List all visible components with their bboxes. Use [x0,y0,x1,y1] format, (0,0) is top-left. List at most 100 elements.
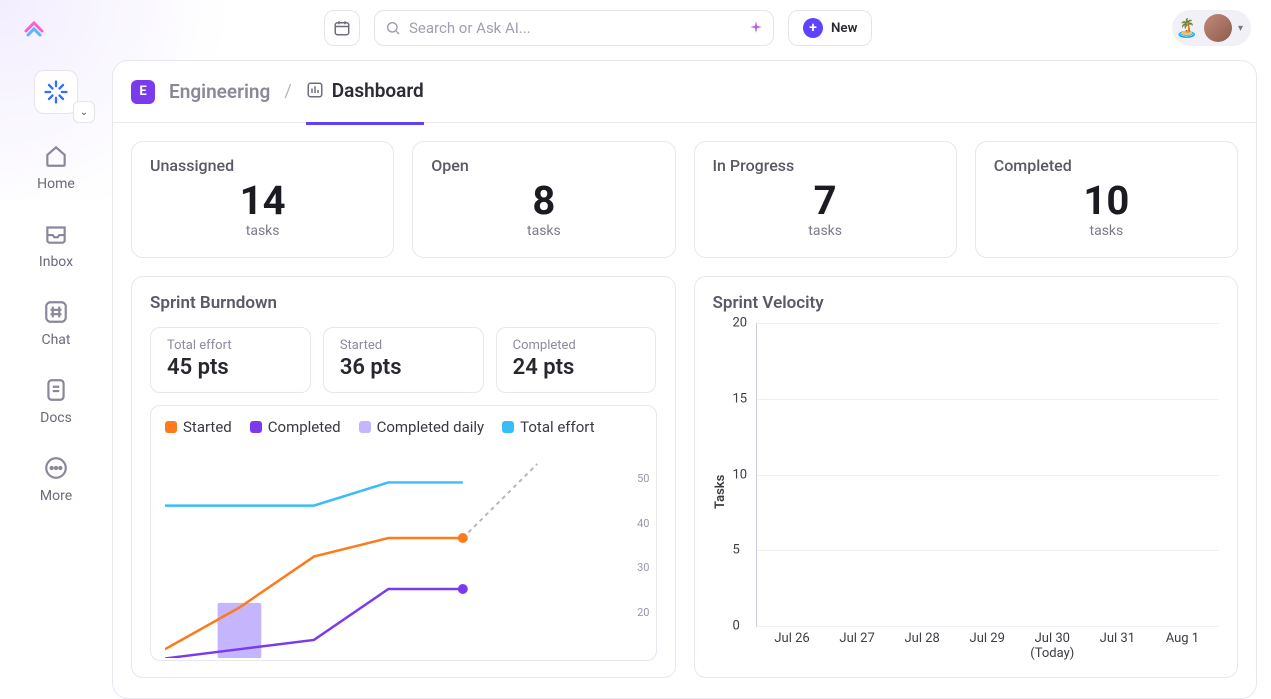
doc-icon [42,376,70,404]
plus-icon: + [803,18,823,38]
search-input[interactable] [409,19,741,37]
legend-label: Completed [268,418,341,436]
sidebar: ⌄ Home Inbox Chat Docs More [0,60,112,699]
stat-sub: tasks [150,223,375,239]
velocity-xtick: Aug 1 [1152,631,1212,661]
velocity-ytick: 0 [733,619,740,634]
velocity-ytick: 15 [733,391,748,406]
space-name[interactable]: Engineering [169,80,270,103]
sidebar-item-label: Home [37,176,75,192]
chart-title: Sprint Velocity [713,293,1220,313]
sprint-velocity-card: Sprint Velocity Tasks 05101520 Jul 26Jul… [694,276,1239,678]
hash-icon [42,298,70,326]
sidebar-item-label: More [40,488,72,504]
stat-title: Completed [994,156,1219,175]
mini-card-started[interactable]: Started 36 pts [323,327,484,393]
stat-sub: tasks [431,223,656,239]
space-badge[interactable]: E [131,80,155,104]
sidebar-item-chat[interactable]: Chat [41,298,70,348]
velocity-ytick: 5 [733,543,740,558]
dashboard-icon [306,81,324,99]
velocity-xtick: Jul 27 [827,631,887,661]
burndown-ytick: 40 [637,517,649,530]
burndown-ytick: 50 [637,472,649,485]
mini-label: Started [340,338,467,353]
calendar-button[interactable] [324,10,360,46]
sidebar-item-label: Inbox [39,254,73,270]
velocity-xtick: Jul 30(Today) [1022,631,1082,661]
search-box[interactable] [374,10,774,46]
main-panel: E Engineering / Dashboard Unassigned 14 … [112,60,1257,699]
mini-card-total-effort[interactable]: Total effort 45 pts [150,327,311,393]
velocity-ytick: 10 [733,467,748,482]
velocity-xtick: Jul 29 [957,631,1017,661]
legend-swatch-started [165,421,177,433]
stat-sub: tasks [713,223,938,239]
stats-row: Unassigned 14 tasks Open 8 tasks In Prog… [131,141,1238,258]
more-icon [42,454,70,482]
tab-label: Dashboard [332,79,424,102]
palm-icon: 🏝️ [1176,18,1198,39]
stat-value: 7 [713,179,938,223]
new-button[interactable]: + New [788,10,872,46]
burndown-legend: Started Completed Completed daily Total … [165,418,642,436]
sidebar-item-home[interactable]: Home [37,142,75,192]
mini-value: 24 pts [513,355,640,380]
mini-label: Completed [513,338,640,353]
breadcrumb-tabs: E Engineering / Dashboard [113,61,1256,123]
stat-card-open[interactable]: Open 8 tasks [412,141,675,258]
stat-sub: tasks [994,223,1219,239]
stat-card-unassigned[interactable]: Unassigned 14 tasks [131,141,394,258]
legend-swatch-completed [250,421,262,433]
inbox-icon [42,220,70,248]
chevron-down-icon: ▾ [1238,23,1243,34]
stat-card-in-progress[interactable]: In Progress 7 tasks [694,141,957,258]
stat-title: Open [431,156,656,175]
mini-card-completed[interactable]: Completed 24 pts [496,327,657,393]
chart-title: Sprint Burndown [150,293,657,313]
brand-icon [20,14,48,42]
mini-value: 45 pts [167,355,294,380]
search-icon [385,20,401,36]
avatar [1204,14,1232,42]
legend-swatch-total-effort [502,421,514,433]
velocity-ytick: 20 [733,316,748,331]
sidebar-item-label: Chat [41,332,70,348]
burndown-ytick: 20 [637,606,649,619]
topbar: + New 🏝️ ▾ [0,0,1271,56]
ai-sparkle-icon [749,19,763,38]
burndown-ytick: 30 [637,561,649,574]
breadcrumb-separator: / [284,81,291,102]
stat-value: 14 [150,179,375,223]
sidebar-item-more[interactable]: More [40,454,72,504]
stat-value: 8 [431,179,656,223]
sidebar-item-docs[interactable]: Docs [40,376,72,426]
sprint-burndown-card: Sprint Burndown Total effort 45 pts Star… [131,276,676,678]
legend-swatch-completed-daily [359,421,371,433]
sidebar-item-label: Docs [40,410,72,426]
mini-label: Total effort [167,338,294,353]
profile-menu[interactable]: 🏝️ ▾ [1172,10,1251,46]
stat-card-completed[interactable]: Completed 10 tasks [975,141,1238,258]
stat-title: Unassigned [150,156,375,175]
burndown-svg [165,450,642,658]
chevron-down-icon: ⌄ [80,107,88,118]
dashboard-content: Unassigned 14 tasks Open 8 tasks In Prog… [113,123,1256,698]
velocity-ylabel: Tasks [713,323,728,661]
burndown-chart: Started Completed Completed daily Total … [150,405,657,661]
velocity-grid: 05101520 [756,323,1220,626]
new-button-label: New [831,21,857,36]
legend-label: Completed daily [377,418,485,436]
sidebar-item-inbox[interactable]: Inbox [39,220,73,270]
velocity-xtick: Jul 28 [892,631,952,661]
stat-value: 10 [994,179,1219,223]
workspace-switcher[interactable]: ⌄ [73,101,95,123]
tab-dashboard[interactable]: Dashboard [306,79,424,125]
velocity-xtick: Jul 26 [762,631,822,661]
legend-label: Started [183,418,232,436]
workspace-logo-icon [42,78,70,106]
workspace-tile[interactable]: ⌄ [34,70,78,114]
home-icon [42,142,70,170]
mini-value: 36 pts [340,355,467,380]
stat-title: In Progress [713,156,938,175]
